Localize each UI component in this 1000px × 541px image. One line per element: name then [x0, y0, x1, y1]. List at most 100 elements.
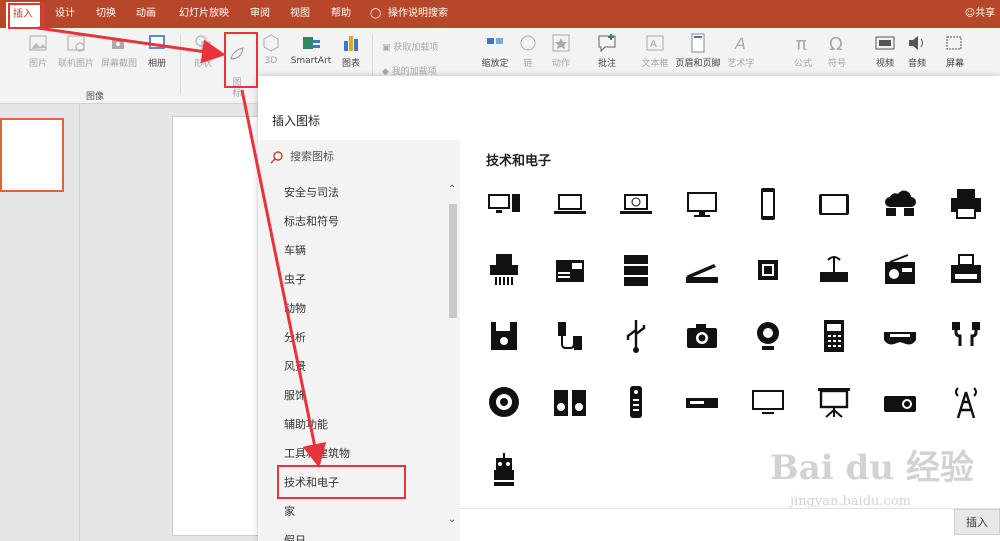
floppy-disk-icon[interactable]: [484, 316, 524, 356]
category-item[interactable]: 车辆: [284, 242, 306, 258]
header-footer-icon: [691, 33, 705, 53]
get-addins-label: 获取加载项: [393, 43, 439, 53]
usb-symbol-icon[interactable]: [616, 316, 656, 356]
chart-button[interactable]: 图表: [338, 32, 364, 69]
printer-icon[interactable]: [946, 184, 986, 224]
tablet-icon[interactable]: [814, 184, 854, 224]
scrollbar-thumb[interactable]: [449, 204, 457, 318]
insert-button[interactable]: 插入: [954, 509, 1000, 535]
category-item[interactable]: 动物: [284, 300, 306, 316]
radio-icon[interactable]: [880, 250, 920, 290]
smartart-icon: [303, 37, 320, 49]
3d-models-button[interactable]: 3D: [258, 32, 284, 66]
webcam-icon[interactable]: [748, 316, 788, 356]
calculator-icon[interactable]: [814, 316, 854, 356]
fax-machine-icon[interactable]: [550, 250, 590, 290]
category-item[interactable]: 服饰: [284, 387, 306, 403]
scanner-icon[interactable]: [682, 250, 722, 290]
earphones-icon[interactable]: [946, 316, 986, 356]
slide-canvas[interactable]: [172, 116, 262, 536]
tab-view[interactable]: 视图: [285, 0, 315, 28]
comment-button[interactable]: 批注: [594, 32, 620, 69]
action-button[interactable]: 动作: [548, 32, 574, 69]
shredder-icon[interactable]: [484, 250, 524, 290]
album-icon: [149, 35, 165, 49]
monitor-icon[interactable]: [682, 184, 722, 224]
smartphone-icon[interactable]: [748, 184, 788, 224]
get-addins-button[interactable]: ▣ 获取加载项: [382, 40, 462, 53]
symbol-button[interactable]: Ω 符号: [824, 32, 850, 69]
tab-transitions[interactable]: 切换: [91, 0, 121, 28]
projector-icon[interactable]: [880, 382, 920, 422]
category-scrollbar[interactable]: ⌃ ⌄: [446, 184, 460, 534]
category-item[interactable]: 风景: [284, 358, 306, 374]
cloud-sync-icon[interactable]: [880, 184, 920, 224]
screen-recording-button[interactable]: 屏幕: [940, 32, 970, 69]
zoom-button[interactable]: 缩放定: [478, 32, 512, 69]
screen-recording-label: 屏幕: [945, 59, 964, 69]
svg-text:π: π: [796, 34, 807, 54]
category-item[interactable]: 家: [284, 503, 295, 519]
icon-search-field[interactable]: 搜索图标: [270, 146, 334, 168]
tab-animations[interactable]: 动画: [131, 0, 161, 28]
typewriter-icon[interactable]: [946, 250, 986, 290]
camera-icon[interactable]: [682, 316, 722, 356]
symbol-label: 符号: [827, 59, 846, 69]
tab-slideshow[interactable]: 幻灯片放映: [173, 0, 235, 28]
category-item[interactable]: 假日: [284, 532, 306, 541]
usb-cable-icon[interactable]: [550, 316, 590, 356]
category-item[interactable]: 分析: [284, 329, 306, 345]
tab-review[interactable]: 审阅: [245, 0, 275, 28]
category-item[interactable]: 工具和建筑物: [284, 445, 350, 461]
shapes-button[interactable]: 形状: [188, 32, 218, 69]
projector-screen-icon[interactable]: [814, 382, 854, 422]
scroll-down-icon[interactable]: ⌄: [448, 514, 456, 525]
online-picture-button[interactable]: 联机图片: [56, 32, 96, 69]
camera-icon: [112, 40, 124, 49]
search-placeholder: 搜索图标: [290, 150, 334, 163]
video-button[interactable]: 视频: [872, 32, 898, 69]
category-item[interactable]: 辅助功能: [284, 416, 328, 432]
search-icon: [270, 151, 283, 164]
slide-thumbnail[interactable]: [0, 118, 64, 192]
laptop-globe-icon[interactable]: [616, 184, 656, 224]
cell-tower-icon[interactable]: [946, 382, 986, 422]
audio-button[interactable]: 音频: [904, 32, 930, 69]
link-label: 链: [523, 59, 533, 69]
wordart-button[interactable]: A 艺术字: [726, 32, 756, 69]
link-button[interactable]: 链: [516, 32, 540, 69]
television-icon[interactable]: [748, 382, 788, 422]
speaker-icon[interactable]: [484, 382, 524, 422]
equation-button[interactable]: π 公式: [790, 32, 816, 69]
desktop-computer-icon[interactable]: [484, 184, 524, 224]
router-icon[interactable]: [814, 250, 854, 290]
tell-me-search[interactable]: ◯ 操作说明搜索: [370, 0, 470, 28]
lightbulb-icon: ◯: [370, 8, 382, 19]
scroll-up-icon[interactable]: ⌃: [448, 184, 456, 195]
textbox-button[interactable]: A 文本框: [638, 32, 672, 69]
stereo-speakers-icon[interactable]: [550, 382, 590, 422]
screenshot-button[interactable]: 屏幕截图: [98, 32, 140, 69]
share-button[interactable]: ☺共享: [960, 0, 1000, 28]
album-button[interactable]: 相册: [144, 32, 170, 69]
remote-control-icon[interactable]: [616, 382, 656, 422]
picture-button[interactable]: 图片: [24, 32, 52, 69]
microchip-icon[interactable]: [748, 250, 788, 290]
ribbon-right: 缩放定 链 动作 批注 A 文本框 页眉和页脚 A 艺术字 π 公式 Ω 符号 视频 音…: [472, 28, 1000, 76]
comment-label: 批注: [597, 59, 616, 69]
laptop-icon[interactable]: [550, 184, 590, 224]
header-footer-button[interactable]: 页眉和页脚: [672, 32, 724, 69]
category-item[interactable]: 安全与司法: [284, 184, 339, 200]
smartart-button[interactable]: SmartArt: [288, 32, 334, 66]
vr-headset-icon[interactable]: [880, 316, 920, 356]
tell-me-label: 操作说明搜索: [388, 8, 448, 19]
category-item[interactable]: 标志和符号: [284, 213, 339, 229]
server-icon[interactable]: [616, 250, 656, 290]
pi-icon: π: [796, 34, 807, 54]
tab-design[interactable]: 设计: [50, 0, 80, 28]
category-item[interactable]: 虫子: [284, 271, 306, 287]
3d-models-label: 3D: [264, 56, 278, 66]
robot-icon[interactable]: [484, 448, 524, 488]
tab-help[interactable]: 帮助: [326, 0, 356, 28]
dvd-player-icon[interactable]: [682, 382, 722, 422]
